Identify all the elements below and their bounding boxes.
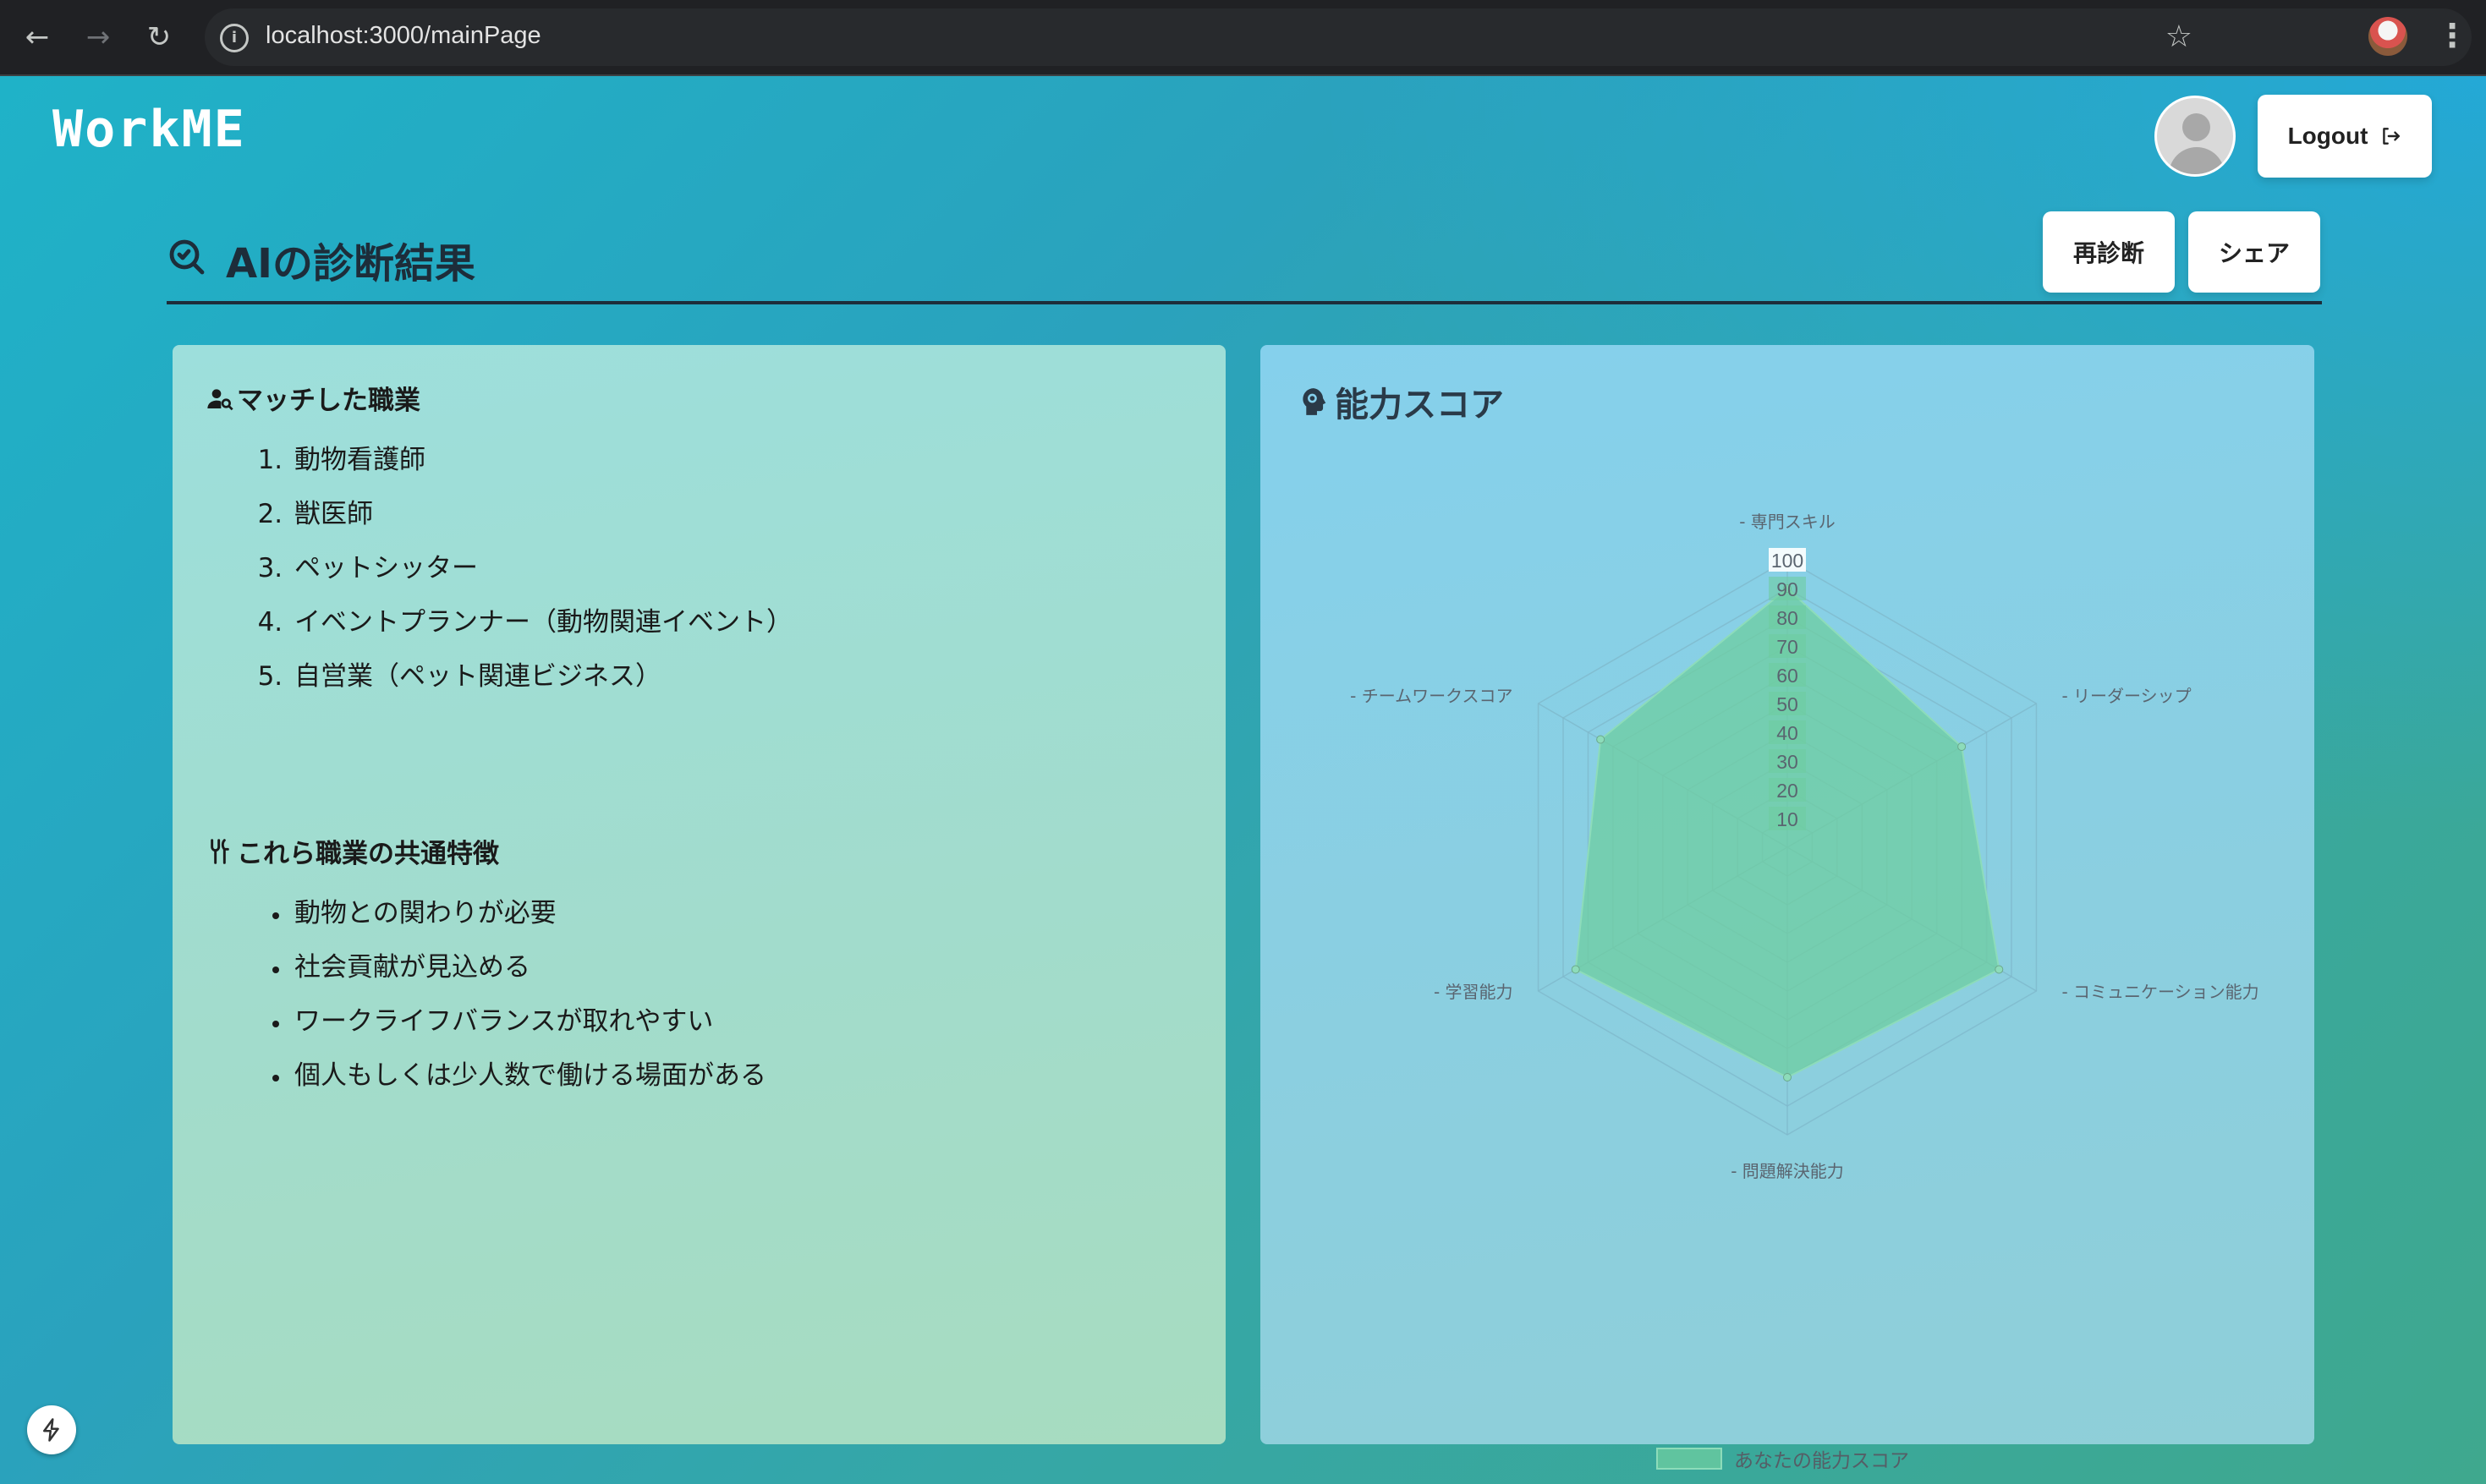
radar-tick-label: 60 [1776,665,1798,687]
matched-jobs-list: 動物看護師 獣医師 ペットシッター イベントプランナー（動物関連イベント） 自営… [257,436,793,707]
logout-label: Logout [2287,123,2368,149]
features-heading: これら職業の共通特徴 [206,832,499,870]
radar-series-area [1574,587,2000,1079]
page: WorkME Logout AIの診断結果 再診断 シェア マッチした職業 動物… [0,76,2486,1484]
matched-jobs-heading: マッチした職業 [206,379,420,417]
radar-tick-label: 70 [1776,636,1798,658]
radar-tick-label: 100 [1771,550,1803,572]
list-item: 社会貢献が見込める [291,944,766,998]
features-title: これら職業の共通特徴 [237,839,499,869]
radar-chart: 10 20 30 40 50 60 70 80 90 100 - 専門スキル - リーダーシップ - コ… [1350,512,2258,1181]
list-item: イベントプランナー（動物関連イベント） [291,599,793,653]
avatar[interactable] [2154,96,2236,177]
user-search-icon [207,388,233,410]
page-title: AIの診断結果 [226,240,476,287]
address-bar[interactable]: i localhost:3000/mainPage ☆ [205,8,2472,66]
radar-tick-label: 80 [1776,607,1798,629]
lightning-icon [43,1418,59,1442]
dev-tools-badge[interactable] [27,1405,76,1454]
avatar-shoulders [2169,147,2225,174]
list-item: 獣医師 [291,490,793,545]
legend-swatch [1656,1448,1722,1470]
radar-tick-label: 10 [1776,808,1798,830]
list-item: ワークライフバランスが取れやすい [291,998,766,1052]
score-panel: 能力スコア 10 20 30 40 50 60 70 80 90 100 - 専門スキル - リーダー… [1260,345,2314,1472]
brain-head-icon [1303,388,1326,415]
rediagnose-button[interactable]: 再診断 [2043,211,2175,293]
avatar-head [2182,113,2210,141]
star-icon[interactable]: ☆ [2165,22,2192,52]
legend-label: あなたの能力スコア [1734,1450,1909,1472]
logout-icon [2383,128,2401,145]
brand-logo[interactable]: WorkME [52,100,246,159]
radar-category-label: - チームワークスコア [1350,686,1512,706]
site-info-icon[interactable]: i [220,24,249,52]
radar-tick-label: 30 [1776,751,1798,773]
radar-category-label: - コミュニケーション能力 [2061,982,2258,1002]
score-title: 能力スコア [1335,386,1504,424]
tools-icon [211,838,229,864]
browser-toolbar: ← → ↻ i localhost:3000/mainPage ☆ ⋮ [0,0,2486,76]
radar-point [1571,965,1580,974]
profile-icon[interactable] [2368,17,2407,56]
chart-legend[interactable]: あなたの能力スコア [1656,1444,1909,1473]
matched-jobs-title: マッチした職業 [237,386,420,416]
features-list: 動物との関わりが必要 社会貢献が見込める ワークライフバランスが取れやすい 個人… [257,890,766,1106]
radar-point [1783,1073,1792,1082]
back-icon[interactable]: ← [17,17,58,57]
logout-button[interactable]: Logout [2258,95,2432,178]
share-button[interactable]: シェア [2188,211,2320,293]
list-item: 動物看護師 [291,436,793,490]
radar-point [1995,965,2004,974]
list-item: 個人もしくは少人数で働ける場面がある [291,1052,766,1106]
list-item: 自営業（ペット関連ビジネス） [291,653,793,707]
section-header: AIの診断結果 再診断 シェア [167,211,2322,304]
search-check-icon [169,239,205,275]
radar-category-label: - 問題解決能力 [1731,1161,1844,1181]
radar-tick-label: 90 [1776,578,1798,600]
score-heading: 能力スコア [1298,377,1504,426]
list-item: 動物との関わりが必要 [291,890,766,944]
reload-icon[interactable]: ↻ [139,17,179,57]
list-item: ペットシッター [291,545,793,599]
radar-category-label: - 学習能力 [1434,982,1513,1002]
radar-tick-label: 40 [1776,722,1798,744]
radar-point [1957,742,1967,751]
jobs-panel: マッチした職業 動物看護師 獣医師 ペットシッター イベントプランナー（動物関連… [173,345,1226,1444]
url-text[interactable]: localhost:3000/mainPage [266,22,541,50]
radar-category-label: - リーダーシップ [2061,686,2191,706]
forward-icon[interactable]: → [78,17,118,57]
vertical-dots-icon[interactable]: ⋮ [2436,14,2468,57]
radar-tick-label: 50 [1776,693,1798,715]
radar-tick-label: 20 [1776,780,1798,802]
radar-category-label: - 専門スキル [1739,512,1836,532]
radar-point [1596,735,1605,744]
